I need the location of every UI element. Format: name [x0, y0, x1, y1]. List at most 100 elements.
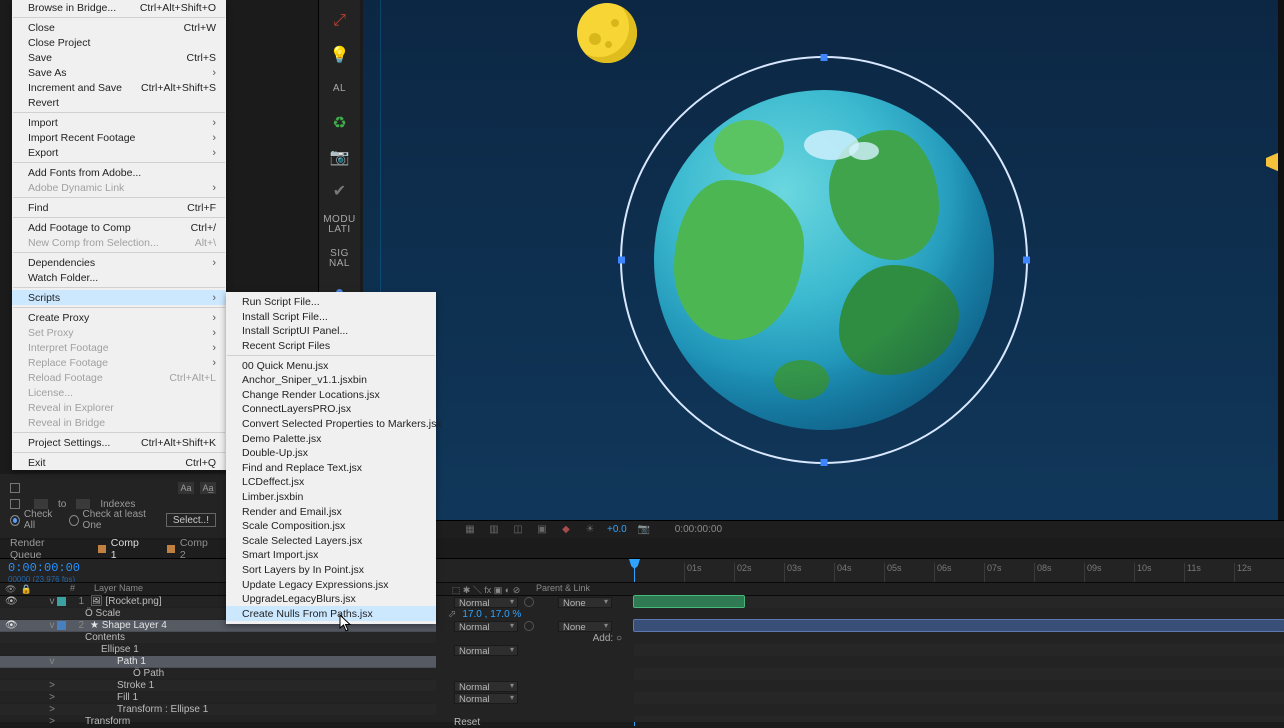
menu-item[interactable]: Save As: [12, 65, 226, 80]
menu-item[interactable]: FindCtrl+F: [12, 200, 226, 215]
menu-item[interactable]: Close Project: [12, 35, 226, 50]
al[interactable]: AL: [325, 76, 355, 102]
pickwhip-icon[interactable]: [524, 621, 534, 631]
visibility-toggle[interactable]: [5, 632, 17, 644]
layer-bar-shape[interactable]: [634, 620, 1284, 631]
blend-mode-dropdown[interactable]: Normal: [454, 597, 518, 608]
menu-item[interactable]: Add Fonts from Adobe...: [12, 165, 226, 180]
script-item[interactable]: UpgradeLegacyBlurs.jsx: [226, 592, 436, 607]
check-one-radio[interactable]: Check at least One: [69, 509, 158, 531]
script-item[interactable]: LCDeffect.jsx: [226, 475, 436, 490]
menu-item[interactable]: CloseCtrl+W: [12, 20, 226, 35]
script-item[interactable]: 00 Quick Menu.jsx: [226, 358, 436, 373]
script-item[interactable]: Change Render Locations.jsx: [226, 388, 436, 403]
tab-comp-2[interactable]: Comp 2: [157, 540, 226, 558]
exposure-icon[interactable]: ☀: [583, 523, 597, 537]
scripts-submenu[interactable]: Run Script File...Install Script File...…: [226, 292, 436, 624]
camera-icon[interactable]: 📷: [325, 144, 355, 170]
expand-icon[interactable]: ⤢: [325, 8, 355, 34]
script-item[interactable]: Scale Selected Layers.jsx: [226, 534, 436, 549]
orbit-path[interactable]: [620, 56, 1028, 464]
script-item[interactable]: Sort Layers by In Point.jsx: [226, 563, 436, 578]
script-item[interactable]: Double-Up.jsx: [226, 446, 436, 461]
modulati[interactable]: MODU LATI: [325, 212, 355, 238]
visibility-toggle[interactable]: [5, 644, 17, 656]
menu-item[interactable]: Create Proxy: [12, 310, 226, 325]
menu-item[interactable]: Install Script File...: [226, 310, 436, 325]
menu-item[interactable]: Browse in Bridge...Ctrl+Alt+Shift+O: [12, 0, 226, 15]
visibility-toggle[interactable]: [5, 692, 17, 704]
script-item[interactable]: Smart Import.jsx: [226, 548, 436, 563]
menu-item[interactable]: ExitCtrl+Q: [12, 455, 226, 470]
tab-comp-1[interactable]: Comp 1: [88, 540, 157, 558]
checkbox[interactable]: [10, 483, 20, 493]
checkbox[interactable]: [10, 499, 20, 509]
layer-bar-rocket[interactable]: [634, 596, 744, 607]
underline-toggle[interactable]: Aa̲: [200, 482, 216, 494]
region-icon[interactable]: ▣: [535, 523, 549, 537]
menu-item[interactable]: Import Recent Footage: [12, 130, 226, 145]
script-item[interactable]: ConnectLayersPRO.jsx: [226, 402, 436, 417]
transform-handle[interactable]: [820, 459, 827, 466]
snapshot-icon[interactable]: 📷: [637, 523, 651, 537]
visibility-toggle[interactable]: [5, 704, 17, 716]
mask-icon[interactable]: ◫: [511, 523, 525, 537]
file-menu[interactable]: Browse in Bridge...Ctrl+Alt+Shift+O Close…: [12, 0, 226, 470]
menu-item[interactable]: Add Footage to CompCtrl+/: [12, 220, 226, 235]
pickwhip-icon[interactable]: [524, 597, 534, 607]
script-item[interactable]: Create Nulls From Paths.jsx: [226, 606, 436, 621]
guides-icon[interactable]: ▥: [487, 523, 501, 537]
script-item[interactable]: Scale Composition.jsx: [226, 519, 436, 534]
menu-item[interactable]: Increment and SaveCtrl+Alt+Shift+S: [12, 80, 226, 95]
menu-item[interactable]: Install ScriptUI Panel...: [226, 324, 436, 339]
menu-item[interactable]: Run Script File...: [226, 295, 436, 310]
case-toggle[interactable]: Aa: [178, 482, 194, 494]
composition-viewport[interactable]: [363, 0, 1284, 520]
menu-item[interactable]: Export: [12, 145, 226, 160]
visibility-toggle[interactable]: 👁: [5, 596, 17, 608]
visibility-toggle[interactable]: [5, 608, 17, 620]
visibility-toggle[interactable]: [5, 668, 17, 680]
parent-dropdown[interactable]: None: [558, 621, 612, 632]
script-item[interactable]: Demo Palette.jsx: [226, 431, 436, 446]
script-item[interactable]: Convert Selected Properties to Markers.j…: [226, 417, 436, 432]
menu-item[interactable]: Project Settings...Ctrl+Alt+Shift+K: [12, 435, 226, 450]
menu-item[interactable]: Scripts: [12, 290, 226, 305]
blend-mode-dropdown[interactable]: Normal: [454, 681, 518, 692]
transform-handle[interactable]: [618, 257, 625, 264]
grid-icon[interactable]: ▦: [463, 523, 477, 537]
select-button[interactable]: Select..!: [166, 513, 216, 527]
signal[interactable]: SIG NAL: [325, 246, 355, 272]
current-timecode[interactable]: 0:00:00:00: [8, 561, 120, 575]
blend-mode-dropdown[interactable]: Normal: [454, 693, 518, 704]
blend-mode-dropdown[interactable]: Normal: [454, 621, 518, 632]
parent-dropdown[interactable]: None: [558, 597, 612, 608]
script-item[interactable]: Anchor_Sniper_v1.1.jsxbin: [226, 373, 436, 388]
script-item[interactable]: Render and Email.jsx: [226, 504, 436, 519]
check-icon[interactable]: ✔: [325, 178, 355, 204]
transform-handle[interactable]: [820, 54, 827, 61]
menu-item[interactable]: SaveCtrl+S: [12, 50, 226, 65]
script-item[interactable]: Update Legacy Expressions.jsx: [226, 577, 436, 592]
script-item[interactable]: Limber.jsxbin: [226, 490, 436, 505]
check-all-radio[interactable]: Check All: [10, 509, 61, 531]
timeline-bars[interactable]: [634, 596, 1284, 722]
menu-item: Reload FootageCtrl+Alt+L: [12, 370, 226, 385]
visibility-toggle[interactable]: 👁: [5, 620, 17, 632]
recycle-icon[interactable]: ♻: [325, 110, 355, 136]
visibility-toggle[interactable]: [5, 656, 17, 668]
transform-handle[interactable]: [1023, 257, 1030, 264]
exposure-value[interactable]: +0.0: [607, 524, 627, 535]
tab-render-queue[interactable]: Render Queue: [0, 540, 88, 558]
menu-item[interactable]: Recent Script Files: [226, 339, 436, 354]
menu-item[interactable]: Watch Folder...: [12, 270, 226, 285]
blend-mode-dropdown[interactable]: Normal: [454, 645, 518, 656]
lightbulb-icon[interactable]: 💡: [325, 42, 355, 68]
channel-icon[interactable]: ◆: [559, 523, 573, 537]
menu-item[interactable]: Import: [12, 115, 226, 130]
menu-item[interactable]: Dependencies: [12, 255, 226, 270]
visibility-toggle[interactable]: [5, 680, 17, 692]
script-item[interactable]: Find and Replace Text.jsx: [226, 461, 436, 476]
eye-column-icon: 👁: [5, 584, 16, 595]
menu-item[interactable]: Revert: [12, 95, 226, 110]
